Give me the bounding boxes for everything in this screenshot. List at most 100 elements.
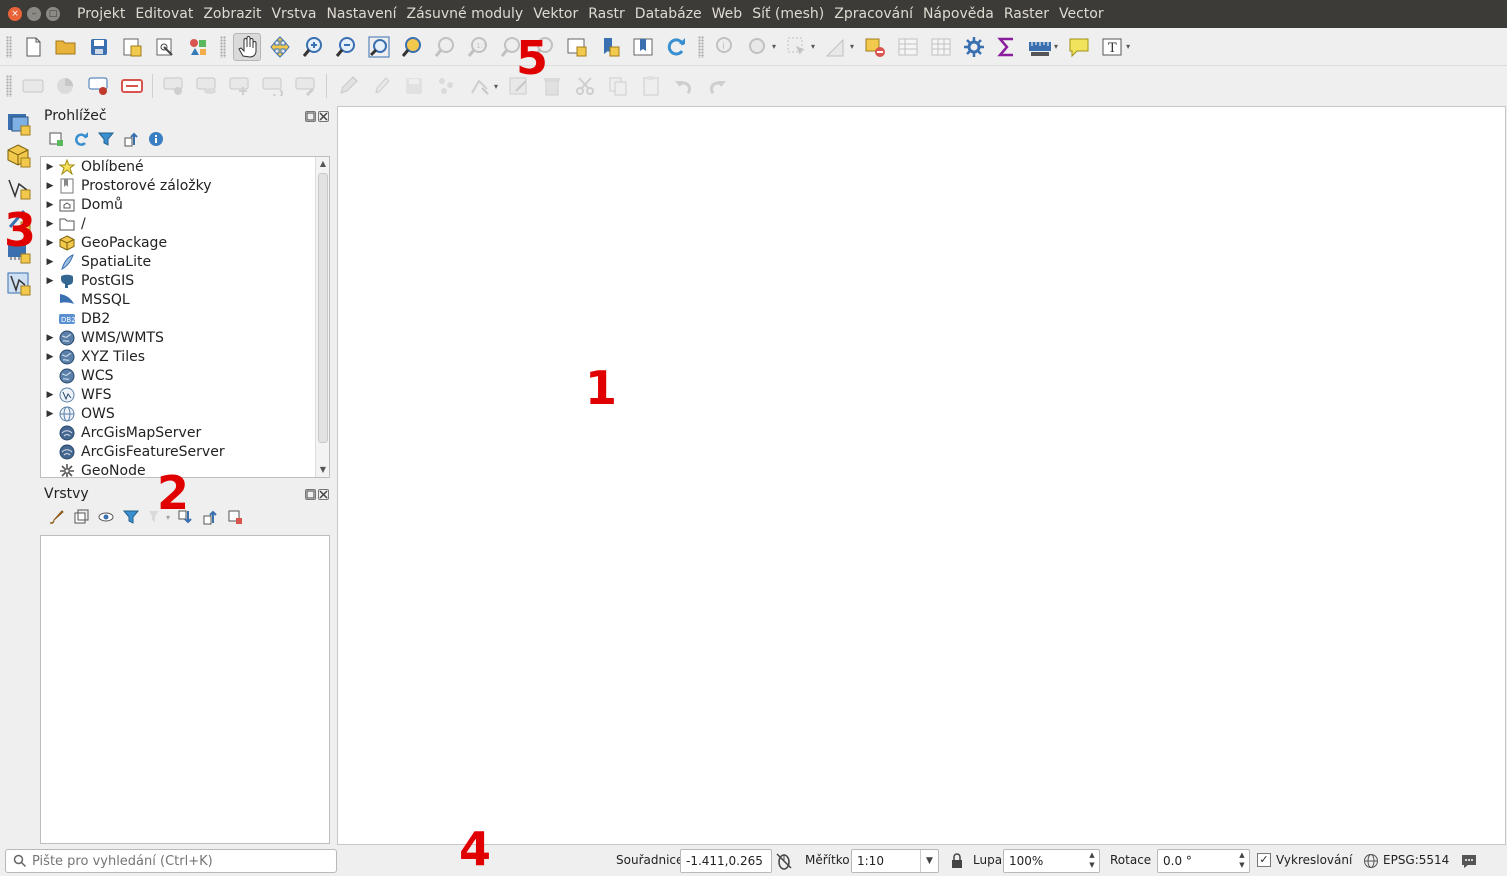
- show-hide-labels-button[interactable]: [193, 72, 221, 100]
- measure-button[interactable]: [1026, 33, 1054, 61]
- add-vector-layer-button[interactable]: [5, 174, 33, 202]
- close-panel-button[interactable]: [318, 488, 329, 500]
- toolbar-grip[interactable]: [698, 35, 704, 58]
- change-label-button[interactable]: [292, 72, 320, 100]
- browser-item[interactable]: ▶ Domů: [41, 195, 329, 214]
- browser-scrollbar[interactable]: ▲ ▼: [315, 157, 329, 477]
- toolbar-grip[interactable]: [6, 35, 12, 58]
- map-tips-button[interactable]: [1065, 33, 1093, 61]
- rotate-label-button[interactable]: [259, 72, 287, 100]
- undo-button[interactable]: [670, 72, 698, 100]
- coordinate-field[interactable]: -1.411,0.265: [680, 849, 772, 873]
- dropdown-arrow[interactable]: ▾: [1054, 42, 1058, 51]
- rotation-spin-arrows[interactable]: ▲ ▼: [1235, 850, 1249, 872]
- toggle-label-display-button[interactable]: [118, 72, 146, 100]
- menu-item[interactable]: Zásuvné moduly: [402, 6, 529, 22]
- layout-manager-button[interactable]: [151, 33, 179, 61]
- menu-item[interactable]: Zpracování: [829, 6, 918, 22]
- browser-item[interactable]: ▶ /: [41, 214, 329, 233]
- add-group-button[interactable]: [72, 508, 90, 526]
- close-panel-button[interactable]: [318, 110, 329, 122]
- field-calculator-button[interactable]: [927, 33, 955, 61]
- browser-item[interactable]: ▶ PostGIS: [41, 271, 329, 290]
- collapse-all-button[interactable]: [122, 130, 140, 148]
- menu-item[interactable]: Databáze: [630, 6, 707, 22]
- dropdown-arrow[interactable]: ▾: [772, 42, 776, 51]
- new-virtual-vector-layer-button[interactable]: [5, 270, 33, 298]
- browser-item[interactable]: ▶ WFS: [41, 385, 329, 404]
- menu-item[interactable]: Rastr: [583, 6, 630, 22]
- scale-combobox[interactable]: 1:10 ▼: [851, 849, 939, 873]
- menu-item[interactable]: Vrstva: [266, 6, 321, 22]
- cut-features-button[interactable]: [571, 72, 599, 100]
- menu-item[interactable]: Raster: [999, 6, 1054, 22]
- refresh-browser-button[interactable]: [72, 130, 90, 148]
- browser-item[interactable]: ▶ Oblíbené: [41, 157, 329, 176]
- zoom-full-button[interactable]: [365, 33, 393, 61]
- new-project-button[interactable]: [19, 33, 47, 61]
- vertex-tool-button[interactable]: [466, 72, 494, 100]
- layer-diagram-button[interactable]: [52, 72, 80, 100]
- magnifier-spin-arrows[interactable]: ▲ ▼: [1085, 850, 1099, 872]
- scroll-down-arrow[interactable]: ▼: [316, 463, 329, 477]
- zoom-native-button[interactable]: 1:1: [464, 33, 492, 61]
- move-label-button[interactable]: [226, 72, 254, 100]
- zoom-to-selection-button[interactable]: [398, 33, 426, 61]
- save-layer-edits-button[interactable]: [400, 72, 428, 100]
- expand-arrow-icon[interactable]: ▶: [41, 409, 59, 419]
- collapse-all-button[interactable]: [201, 508, 219, 526]
- window-minimize-button[interactable]: –: [27, 7, 41, 21]
- browser-item[interactable]: ▶ GeoPackage: [41, 233, 329, 252]
- menu-item[interactable]: Nápověda: [918, 6, 999, 22]
- dropdown-arrow[interactable]: ▾: [1126, 42, 1130, 51]
- layers-tree[interactable]: [40, 535, 330, 844]
- pan-map-button[interactable]: [232, 32, 261, 61]
- filter-legend-button[interactable]: [122, 508, 140, 526]
- lock-scale-button[interactable]: [950, 853, 964, 872]
- identify-features-button[interactable]: i: [711, 33, 739, 61]
- menu-item[interactable]: Editovat: [130, 6, 198, 22]
- toolbar-grip[interactable]: [220, 35, 226, 58]
- digitize-point-button[interactable]: [433, 72, 461, 100]
- float-panel-button[interactable]: [305, 110, 316, 122]
- expand-arrow-icon[interactable]: ▶: [41, 276, 59, 286]
- scroll-up-arrow[interactable]: ▲: [316, 157, 329, 171]
- redo-button[interactable]: [703, 72, 731, 100]
- menu-item[interactable]: Zobrazit: [198, 6, 266, 22]
- dropdown-arrow[interactable]: ▾: [494, 82, 498, 91]
- window-close-button[interactable]: ×: [8, 7, 22, 21]
- statistical-summary-button[interactable]: [993, 33, 1021, 61]
- new-map-view-button[interactable]: [563, 33, 591, 61]
- scroll-thumb[interactable]: [318, 173, 328, 443]
- zoom-in-button[interactable]: [299, 33, 327, 61]
- browser-item[interactable]: DB2 DB2: [41, 309, 329, 328]
- expand-arrow-icon[interactable]: ▶: [41, 162, 59, 172]
- expand-arrow-icon[interactable]: ▶: [41, 257, 59, 267]
- scale-dropdown-arrow[interactable]: ▼: [920, 850, 938, 872]
- locator-search[interactable]: [5, 849, 337, 873]
- text-annotation-button[interactable]: T: [1098, 33, 1126, 61]
- remove-layer-button[interactable]: [226, 508, 244, 526]
- expand-arrow-icon[interactable]: ▶: [41, 238, 59, 248]
- dropdown-arrow[interactable]: ▾: [850, 42, 854, 51]
- show-bookmarks-button[interactable]: [629, 33, 657, 61]
- browser-item[interactable]: MSSQL: [41, 290, 329, 309]
- layer-styling-button[interactable]: [47, 508, 65, 526]
- search-input[interactable]: [32, 853, 322, 869]
- save-project-button[interactable]: [85, 33, 113, 61]
- window-maximize-button[interactable]: □: [46, 7, 60, 21]
- zoom-out-button[interactable]: [332, 33, 360, 61]
- menu-item[interactable]: Nastavení: [321, 6, 401, 22]
- new-bookmark-button[interactable]: [596, 33, 624, 61]
- toggle-extents-button[interactable]: [775, 852, 793, 873]
- menu-item[interactable]: Vektor: [528, 6, 583, 22]
- paste-features-button[interactable]: [637, 72, 665, 100]
- filter-browser-button[interactable]: [97, 130, 115, 148]
- actions-button[interactable]: [744, 33, 772, 61]
- browser-item[interactable]: ▶ XYZ Tiles: [41, 347, 329, 366]
- copy-features-button[interactable]: [604, 72, 632, 100]
- expand-arrow-icon[interactable]: ▶: [41, 200, 59, 210]
- processing-toolbox-button[interactable]: [960, 33, 988, 61]
- attribute-table-button[interactable]: [894, 33, 922, 61]
- crs-button[interactable]: [1363, 853, 1379, 872]
